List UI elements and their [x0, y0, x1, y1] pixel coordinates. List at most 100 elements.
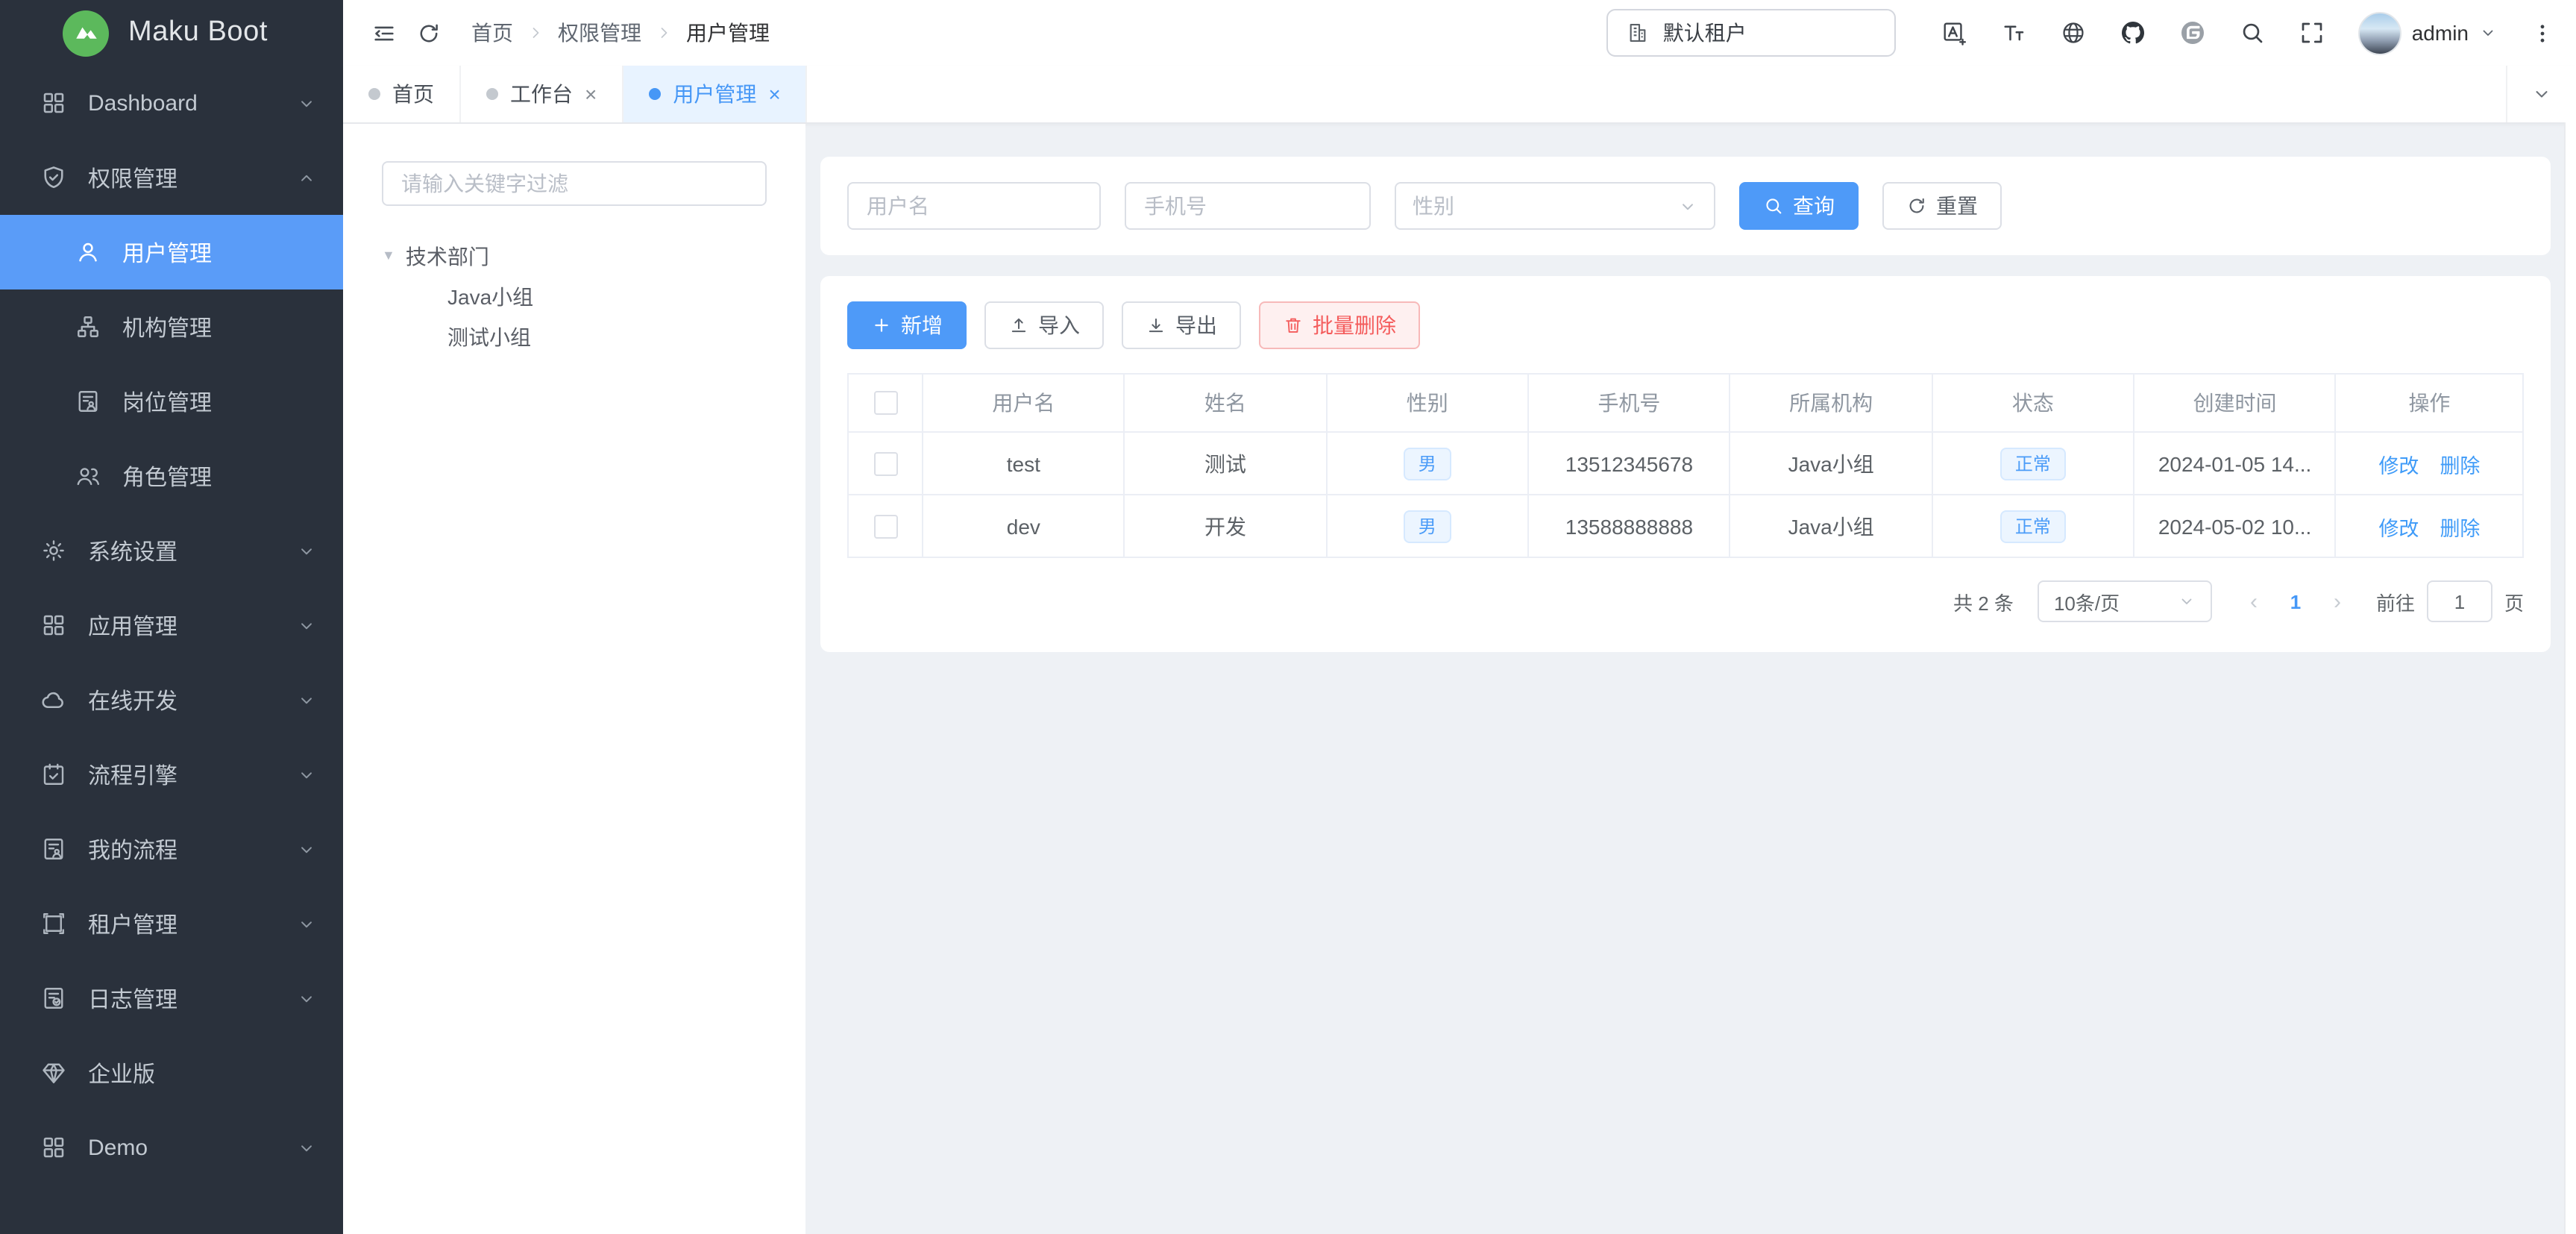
- col-org: 所属机构: [1731, 375, 1933, 431]
- sidebar-item-my-workflow[interactable]: 我的流程: [0, 812, 343, 886]
- sidebar-item-permissions[interactable]: 权限管理: [0, 140, 343, 215]
- chevron-down-icon: [297, 93, 316, 113]
- breadcrumb-permissions[interactable]: 权限管理: [558, 18, 641, 48]
- next-page-button[interactable]: [2316, 580, 2358, 622]
- tab-list-dropdown[interactable]: [2506, 66, 2576, 122]
- sidebar-item-tenant-management[interactable]: 租户管理: [0, 886, 343, 961]
- add-button[interactable]: 新增: [847, 301, 967, 349]
- fullscreen-icon[interactable]: [2299, 19, 2325, 46]
- import-button[interactable]: 导入: [984, 301, 1104, 349]
- tenant-select[interactable]: 默认租户: [1606, 9, 1896, 57]
- avatar: [2358, 11, 2401, 54]
- row-checkbox[interactable]: [873, 514, 897, 538]
- download-icon: [1146, 315, 1166, 336]
- org-tree: 技术部门 Java小组 测试小组: [382, 236, 767, 357]
- grid-icon: [40, 1134, 67, 1161]
- close-icon[interactable]: [585, 84, 597, 104]
- close-icon[interactable]: [768, 84, 780, 104]
- sidebar-item-dashboard[interactable]: Dashboard: [0, 66, 343, 140]
- chevron-down-icon: [297, 1138, 316, 1157]
- sidebar-item-role-management[interactable]: 角色管理: [0, 439, 343, 513]
- table-row: test 测试 男 13512345678 Java小组 正常 2024-01-…: [849, 433, 2522, 495]
- kebab-menu-icon[interactable]: [2530, 20, 2555, 46]
- tree-node-root[interactable]: 技术部门: [382, 236, 767, 276]
- delete-link[interactable]: 删除: [2440, 511, 2480, 541]
- sidebar-item-user-management[interactable]: 用户管理: [0, 215, 343, 289]
- sidebar-item-app-management[interactable]: 应用管理: [0, 588, 343, 663]
- sidebar-item-org-management[interactable]: 机构管理: [0, 289, 343, 364]
- export-button[interactable]: 导出: [1122, 301, 1241, 349]
- select-all-checkbox[interactable]: [873, 391, 897, 415]
- mountain-logo-icon: [63, 10, 109, 56]
- chevron-down-icon: [1678, 196, 1697, 216]
- doc-user-icon: [40, 836, 67, 862]
- text-scale-icon[interactable]: [1941, 19, 1967, 46]
- table-row: dev 开发 男 13588888888 Java小组 正常 2024-05-0…: [849, 495, 2522, 557]
- cell-name: 开发: [1125, 495, 1328, 557]
- caret-down-icon[interactable]: [382, 247, 395, 262]
- sidebar-item-workflow-engine[interactable]: 流程引擎: [0, 737, 343, 812]
- sidebar-item-post-management[interactable]: 岗位管理: [0, 364, 343, 439]
- reset-button[interactable]: 重置: [1882, 182, 2002, 230]
- gender-select[interactable]: 性别: [1395, 182, 1715, 230]
- search-button[interactable]: 查询: [1739, 182, 1859, 230]
- cell-org: Java小组: [1731, 495, 1933, 557]
- page-size-select[interactable]: 10条/页: [2038, 580, 2212, 622]
- tab-home[interactable]: 首页: [343, 66, 461, 122]
- page-label: 页: [2504, 587, 2524, 616]
- username-field[interactable]: [847, 182, 1101, 230]
- cell-created: 2024-01-05 14...: [2134, 433, 2337, 494]
- prev-page-button[interactable]: [2233, 580, 2275, 622]
- org-tree-panel: 技术部门 Java小组 测试小组: [343, 124, 805, 1234]
- current-page[interactable]: 1: [2275, 590, 2316, 613]
- github-icon[interactable]: [2120, 19, 2146, 46]
- gender-badge: 男: [1404, 447, 1451, 480]
- gitee-icon[interactable]: [2179, 19, 2206, 46]
- pagination: 共 2 条 10条/页 1 前往 页: [847, 580, 2524, 622]
- globe-icon[interactable]: [2060, 19, 2087, 46]
- refresh-icon[interactable]: [406, 10, 450, 55]
- batch-delete-button[interactable]: 批量删除: [1259, 301, 1420, 349]
- cell-username: test: [923, 433, 1125, 494]
- tree-filter-input[interactable]: [382, 161, 767, 206]
- chevron-down-icon: [297, 690, 316, 710]
- app-title: Maku Boot: [128, 16, 268, 49]
- cell-mobile: 13512345678: [1529, 433, 1731, 494]
- tab-user-management[interactable]: 用户管理: [623, 66, 807, 122]
- row-checkbox[interactable]: [873, 451, 897, 475]
- topbar-actions: 默认租户 admin: [1606, 9, 2555, 57]
- status-badge: 正常: [2000, 447, 2066, 480]
- user-table: 用户名 姓名 性别 手机号 所属机构 状态 创建时间 操作 test: [847, 373, 2524, 558]
- status-badge: 正常: [2000, 510, 2066, 542]
- cell-mobile: 13588888888: [1529, 495, 1731, 557]
- edit-link[interactable]: 修改: [2378, 448, 2419, 478]
- user-menu[interactable]: admin: [2358, 11, 2497, 54]
- app-root: Maku Boot Dashboard 权限管理 用户管理 机构管理: [0, 0, 2576, 1234]
- work-area: 性别 查询 重置 新: [805, 124, 2576, 1234]
- sidebar-item-online-dev[interactable]: 在线开发: [0, 663, 343, 737]
- tab-dot: [486, 88, 498, 100]
- tab-bar: 首页 工作台 用户管理: [343, 66, 2576, 124]
- sidebar-item-system-settings[interactable]: 系统设置: [0, 513, 343, 588]
- grid-icon: [40, 90, 67, 116]
- mobile-field[interactable]: [1125, 182, 1371, 230]
- collapse-menu-icon[interactable]: [361, 10, 406, 55]
- tab-workbench[interactable]: 工作台: [461, 66, 623, 122]
- goto-page-input[interactable]: [2427, 580, 2492, 622]
- delete-link[interactable]: 删除: [2440, 448, 2480, 478]
- breadcrumb-home[interactable]: 首页: [471, 18, 513, 48]
- chevron-right-icon: [527, 24, 544, 42]
- font-size-icon[interactable]: [2000, 19, 2027, 46]
- gender-badge: 男: [1404, 510, 1451, 542]
- tree-node-java-group[interactable]: Java小组: [382, 276, 767, 316]
- sidebar-item-log-management[interactable]: 日志管理: [0, 961, 343, 1036]
- sidebar-item-demo[interactable]: Demo: [0, 1110, 343, 1185]
- app-logo[interactable]: Maku Boot: [0, 0, 343, 66]
- search-icon[interactable]: [2239, 19, 2266, 46]
- edit-link[interactable]: 修改: [2378, 511, 2419, 541]
- scrollbar[interactable]: [2564, 122, 2576, 1234]
- user-name: admin: [2412, 21, 2469, 45]
- tree-node-test-group[interactable]: 测试小组: [382, 316, 767, 357]
- sidebar-item-enterprise[interactable]: 企业版: [0, 1036, 343, 1110]
- cell-name: 测试: [1125, 433, 1328, 494]
